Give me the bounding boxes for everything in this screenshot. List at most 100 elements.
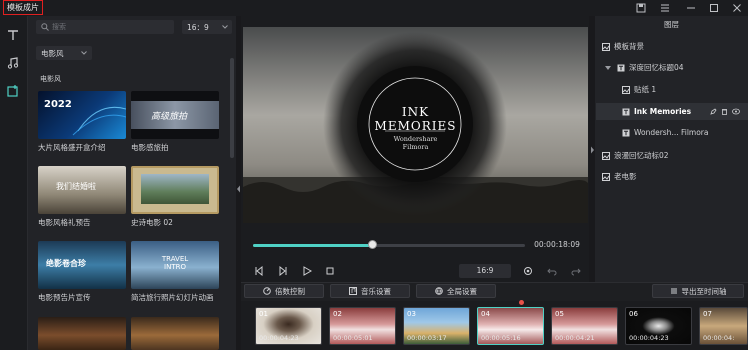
template-thumb-4[interactable] xyxy=(131,166,219,214)
music-settings-button[interactable]: 音乐设置 xyxy=(330,284,410,298)
video-preview[interactable]: INK MEMORIES Wondershare Filmora xyxy=(243,27,588,223)
preview-subtitle-line2: Filmora xyxy=(402,143,429,151)
global-settings-button[interactable]: 全局设置 xyxy=(416,284,496,298)
template-thumb-6[interactable]: TRAVEL INTRO xyxy=(131,241,219,289)
thumb-caption: 绝影卷合珍 xyxy=(46,259,86,268)
layer-row[interactable]: 模板背景 xyxy=(596,38,748,55)
style-filter-dropdown[interactable]: 电影风 xyxy=(36,46,92,60)
snapshot-icon[interactable] xyxy=(521,264,535,278)
clip-number: 04 xyxy=(481,310,490,318)
clip-number: 07 xyxy=(703,310,712,318)
aspect-ratio-value: 16：9 xyxy=(187,23,209,32)
text-layer-icon xyxy=(622,108,630,115)
timeline-clip[interactable]: 03 00:00:03:17 xyxy=(403,307,470,345)
redo-icon[interactable] xyxy=(569,264,583,278)
clip-duration: 00:00:04:23 xyxy=(259,334,299,342)
preview-title-line1: INK xyxy=(401,105,430,119)
clip-duration: 00:00:05:01 xyxy=(333,334,373,342)
undo-icon[interactable] xyxy=(545,264,559,278)
timeline-clip[interactable]: 01 00:00:04:23 xyxy=(255,307,322,345)
template-thumb-2[interactable]: 高级旅拍 xyxy=(131,91,219,139)
template-tool-icon[interactable] xyxy=(2,80,24,102)
seek-progress xyxy=(253,244,373,247)
clip-number: 03 xyxy=(407,310,416,318)
text-layer-icon xyxy=(622,129,630,136)
prev-frame-icon[interactable] xyxy=(252,264,266,278)
text-tool-icon[interactable] xyxy=(2,24,24,46)
layer-label: 模板背景 xyxy=(614,42,644,51)
clip-number: 05 xyxy=(555,310,564,318)
export-to-timeline-button[interactable]: 导出至时间轴 xyxy=(652,284,744,298)
layer-row[interactable]: 贴纸 1 xyxy=(596,81,748,98)
export-label: 导出至时间轴 xyxy=(681,286,727,296)
template-thumb-8[interactable] xyxy=(131,317,219,350)
chevron-down-icon xyxy=(81,51,87,55)
timeline-clip[interactable]: 05 00:00:04:21 xyxy=(551,307,618,345)
search-input[interactable]: 搜索 xyxy=(36,20,174,34)
delete-icon[interactable] xyxy=(721,108,728,115)
layer-label: 深度回忆标题04 xyxy=(629,63,684,72)
music-icon xyxy=(349,287,357,295)
minimize-icon[interactable] xyxy=(680,0,702,16)
layer-row[interactable]: 浪漫回忆动标02 xyxy=(596,147,748,164)
speed-control-label: 倍数控制 xyxy=(275,286,305,296)
timeline-clip[interactable]: 06 00:00:04:23 xyxy=(625,307,692,345)
clip-duration: 00:00:04:21 xyxy=(555,334,595,342)
edit-icon[interactable] xyxy=(710,108,717,115)
template-label-2: 电影感旅拍 xyxy=(131,143,169,152)
thumb-caption: 我们结婚啦 xyxy=(56,182,96,191)
image-layer-icon xyxy=(602,151,610,160)
template-thumb-5[interactable]: 绝影卷合珍 xyxy=(38,241,126,289)
layer-row[interactable]: 深度回忆标题04 xyxy=(596,59,748,76)
template-thumb-1[interactable]: 2022 xyxy=(38,91,126,139)
next-frame-icon[interactable] xyxy=(276,264,290,278)
template-thumb-3[interactable]: 我们结婚啦 xyxy=(38,166,126,214)
chevron-down-icon xyxy=(222,25,228,29)
aspect-ratio-select[interactable]: 16：9 xyxy=(182,20,232,34)
clip-number: 01 xyxy=(259,310,268,318)
speed-icon xyxy=(263,287,271,295)
maximize-icon[interactable] xyxy=(703,0,725,16)
clip-duration: 00:00:05:16 xyxy=(481,334,521,342)
clip-number: 06 xyxy=(629,310,638,318)
export-icon xyxy=(670,288,677,294)
visibility-eye-icon[interactable] xyxy=(732,108,740,115)
panel-scrollbar[interactable] xyxy=(230,58,234,158)
layer-label: 贴纸 1 xyxy=(634,85,657,94)
clip-duration: 00:00:04: xyxy=(703,334,735,342)
play-icon[interactable] xyxy=(300,264,314,278)
preview-ratio-select[interactable]: 16:9 xyxy=(459,264,511,278)
timeline-clip-active[interactable]: 04 00:00:05:16 xyxy=(477,307,544,345)
window-title: 模板成片 xyxy=(3,0,43,15)
preview-subtitle-line1: Wondershare xyxy=(393,135,438,143)
playhead-marker[interactable] xyxy=(519,300,524,305)
layer-row-selected[interactable]: Ink Memories xyxy=(596,103,748,120)
thumb-caption: TRAVEL INTRO xyxy=(161,255,189,271)
menu-list-icon[interactable] xyxy=(654,0,676,16)
layers-header: 图层 xyxy=(664,20,679,29)
layer-label: 浪漫回忆动标02 xyxy=(614,151,669,160)
save-icon[interactable] xyxy=(630,0,652,16)
speed-control-button[interactable]: 倍数控制 xyxy=(244,284,324,298)
layer-row[interactable]: Wondersh... Filmora xyxy=(596,124,748,141)
layer-label: Wondersh... Filmora xyxy=(634,128,709,137)
timecode: 00:00:18:09 xyxy=(534,240,580,249)
layer-label: Ink Memories xyxy=(634,107,692,116)
clip-duration: 00:00:03:17 xyxy=(407,334,447,342)
global-settings-label: 全局设置 xyxy=(447,286,477,296)
text-layer-icon xyxy=(617,64,625,71)
layer-row[interactable]: 老电影 xyxy=(596,168,748,185)
clip-duration: 00:00:04:23 xyxy=(629,334,669,342)
timeline-clip[interactable]: 02 00:00:05:01 xyxy=(329,307,396,345)
stop-icon[interactable] xyxy=(323,264,337,278)
close-icon[interactable] xyxy=(726,0,748,16)
music-tool-icon[interactable] xyxy=(2,52,24,74)
image-layer-icon xyxy=(602,172,610,181)
template-thumb-7[interactable] xyxy=(38,317,126,350)
template-label-5: 电影预告片宣传 xyxy=(38,293,91,302)
preview-title-line2: MEMORIES xyxy=(374,119,457,133)
timeline-clip[interactable]: 07 00:00:04: xyxy=(699,307,748,345)
expand-arrow-icon[interactable] xyxy=(605,65,611,70)
template-label-4: 史诗电影 02 xyxy=(131,218,173,227)
layer-label: 老电影 xyxy=(614,172,637,181)
